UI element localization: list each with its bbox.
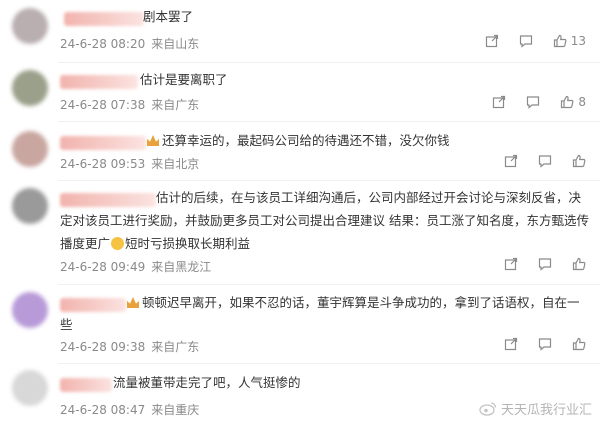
username[interactable] [60,298,126,312]
comment-actions: 8 [492,95,586,109]
divider [58,363,600,364]
comment-text: 还算幸运的，最起码公司给的待遇还不错，没欠你钱 [146,129,450,152]
thumbs-up-icon [572,257,586,271]
comment-actions [504,257,586,271]
comment-meta: 24-6-28 08:47 来自重庆 [60,401,199,418]
like-count: 13 [570,34,586,48]
comment-meta: 24-6-28 09:53 来自北京 [60,155,199,172]
username[interactable] [60,378,112,392]
username[interactable] [64,12,144,26]
comment-text: 播度更广 短时亏损换取长期利益 [60,236,251,251]
like-button[interactable] [572,154,586,168]
like-count: 8 [578,95,586,109]
comment-text: 剧本罢了 [143,9,194,24]
comment-text: 估计是要离职了 [140,72,228,87]
divider [58,121,600,122]
weibo-logo-icon [479,402,497,416]
divider [58,180,600,181]
avatar[interactable] [12,8,48,44]
vip-badge-icon [147,135,159,146]
comment-date: 24-6-28 08:20 [60,37,146,51]
comment-location: 来自山东 [151,37,200,51]
thumbs-up-icon [572,337,586,351]
comment-icon[interactable] [538,257,552,271]
comment-date: 24-6-28 09:53 [60,157,146,171]
comment-location: 来自广东 [151,98,200,112]
comment-icon[interactable] [519,34,533,48]
comment-text: 些 [60,317,73,332]
username[interactable] [60,75,138,89]
comment-text: 流量被董带走完了吧，人气挺惨的 [113,375,301,390]
comment-icon[interactable] [526,95,540,109]
comment-meta: 24-6-28 09:49 来自黑龙江 [60,258,211,275]
comment-actions: 13 [485,34,586,48]
comment-meta: 24-6-28 07:38 来自广东 [60,96,199,113]
comment-text: 定对该员工进行奖励，并鼓励更多员工对公司提出合理建议 结果：员工涨了知名度，东方… [60,213,589,228]
comment-meta: 24-6-28 09:38 来自广东 [60,338,199,355]
share-icon[interactable] [504,154,518,168]
comment-date: 24-6-28 09:49 [60,260,146,274]
comment-icon[interactable] [538,337,552,351]
share-icon[interactable] [504,337,518,351]
comment-location: 来自重庆 [151,403,200,417]
vip-badge-icon [127,297,139,308]
comment-location: 来自广东 [151,340,200,354]
like-button[interactable] [572,257,586,271]
share-icon[interactable] [492,95,506,109]
username[interactable] [60,193,156,207]
watermark-text: 天天瓜我行业汇 [500,403,592,418]
comment-date: 24-6-28 08:47 [60,403,146,417]
comment-actions [504,337,586,351]
like-button[interactable]: 8 [560,95,586,109]
watermark: 天天瓜我行业汇 [479,399,592,418]
comment-text: 顿顿迟早离开，如果不忍的话，董宇辉算是斗争成功的，拿到了话语权，自在一 [126,291,580,314]
comment-location: 来自黑龙江 [151,260,212,274]
comment-location: 来自北京 [151,157,200,171]
share-icon[interactable] [504,257,518,271]
divider [58,62,600,63]
emoji-icon [111,237,125,250]
thumbs-up-icon [553,34,567,48]
username[interactable] [60,136,146,150]
avatar[interactable] [12,292,48,328]
avatar[interactable] [12,188,48,224]
avatar[interactable] [12,70,48,106]
comment-date: 24-6-28 09:38 [60,340,146,354]
thumbs-up-icon [561,95,574,109]
divider [58,284,600,285]
avatar[interactable] [12,131,48,167]
comment-meta: 24-6-28 08:20 来自山东 [60,35,199,52]
comment-text: 估计的后续，在与该员工详细沟通后，公司内部经过开会讨论与深刻反省，决 [156,190,582,205]
like-button[interactable]: 13 [553,34,586,48]
comment-actions [504,154,586,168]
avatar[interactable] [12,370,48,406]
comment-icon[interactable] [538,154,552,168]
like-button[interactable] [572,337,586,351]
comment-date: 24-6-28 07:38 [60,98,146,112]
share-icon[interactable] [485,34,499,48]
thumbs-up-icon [572,154,586,168]
